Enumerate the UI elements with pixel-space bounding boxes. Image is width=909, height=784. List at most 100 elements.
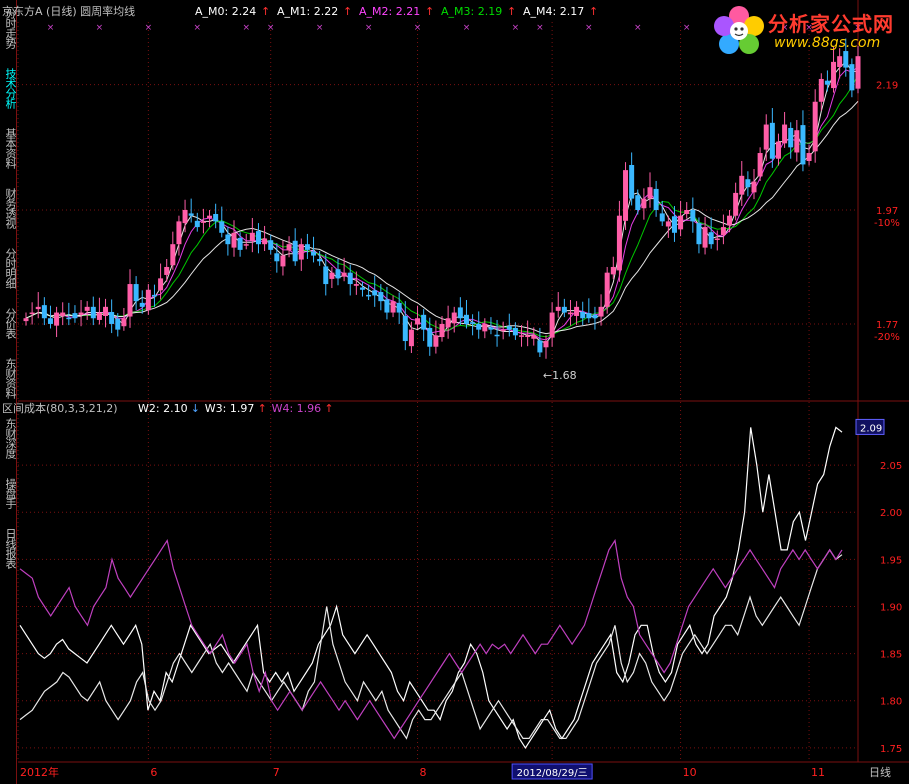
ma-legend-label: A_M1: 2.22 [277,5,338,18]
candle-body [158,278,164,291]
candle-body [806,153,812,162]
ma-legend-label: A_M4: 2.17 [523,5,584,18]
candle-body [90,306,96,319]
candle-body [54,312,60,326]
candle-body [207,215,213,218]
ma-trend-arrow: ↑ [589,5,598,18]
candle-body [353,284,359,286]
candle-body [549,312,555,338]
candle-body [72,313,78,319]
candle-body [824,80,830,85]
candle-body [41,305,47,319]
candle-body [500,329,506,332]
site-logo: 分析家公式网 www.88gs.com [710,2,909,60]
candle-body [727,215,733,226]
candle-body [84,306,90,311]
candle-body [519,335,525,337]
candle-body [812,101,818,152]
indicator-trend-arrow: ↓ [191,402,200,415]
candle-body [237,237,243,250]
candle-body [702,227,708,248]
candle-body [311,251,317,256]
candle-body [274,253,280,262]
candle-body [408,329,414,347]
candle-body [415,318,421,325]
low-price-marker: ←1.68 [543,369,577,382]
period-label: 日线 [869,765,891,779]
candle-body [421,314,427,330]
candle-body [255,231,261,245]
signal-marker: × [585,23,593,33]
candle-body [219,221,225,233]
indicator-tick-label: 1.85 [880,650,902,661]
signal-marker: × [414,23,422,33]
date-cursor-label: 2012/08/29/三 [517,768,588,779]
chart-title: 京东方A (日线) 圆周率均线 [2,4,135,18]
candle-body [133,284,139,302]
candle-body [690,210,696,222]
candle-body [665,221,671,227]
candle-body [476,323,482,330]
candle-body [66,317,72,320]
candle-body [684,210,690,214]
candle-body [335,269,341,279]
candle-body [60,312,66,316]
signal-marker: × [634,23,642,33]
candle-body [402,315,408,342]
candle-body [109,311,115,324]
candle-body [231,232,237,248]
candle-body [366,294,372,297]
ma-trend-arrow: ↑ [261,5,270,18]
candle-body [213,213,219,222]
candle-body [671,216,677,233]
candle-body [567,312,573,315]
candle-body [35,306,41,310]
candle-body [176,221,182,245]
candle-body [145,289,151,311]
candle-body [635,195,641,210]
candle-body [537,340,543,353]
candle-body [433,335,439,347]
signal-marker: × [267,23,275,33]
candle-body [47,318,53,324]
candle-body [714,238,720,240]
current-value-label: 2.09 [860,423,882,434]
date-tick-label: 2012年 [20,765,59,779]
candle-body [298,244,304,260]
candle-body [512,327,518,336]
candle-body [733,192,739,216]
candle-body [170,244,176,266]
candle-body [341,272,347,277]
indicator-tick-label: 2.00 [880,508,902,519]
candle-body [23,318,29,322]
candle-body [610,266,616,275]
candle-body [678,215,684,230]
indicator-legend-label: W4: 1.96 [272,402,322,415]
candle-body [592,314,598,319]
candle-body [304,244,310,250]
candle-body [586,313,592,319]
price-tick-label: 1.77 [876,320,898,331]
candle-body [629,164,635,199]
candle-body [769,122,775,159]
candle-body [800,125,806,165]
ma-legend-label: A_M2: 2.21 [359,5,420,18]
price-tick-label: 1.97 [876,206,898,217]
candle-body [378,292,384,302]
indicator-legend-label: W3: 1.97 [205,402,255,415]
signal-marker: × [145,23,153,33]
signal-marker: × [512,23,520,33]
candle-body [262,238,268,245]
candle-body [494,334,500,337]
date-tick-label: 6 [150,766,157,779]
candle-body [580,311,586,319]
candle-body [831,61,837,89]
candle-body [225,234,231,245]
date-tick-label: 10 [683,766,697,779]
chart-canvas[interactable]: 2.19 1.97 1.77 -10% -20% 京东方A (日线) 圆周率均线 A_M0:… [0,0,909,784]
candle-body [739,175,745,195]
candle-body [788,127,794,148]
logo-url[interactable]: www.88gs.com [774,35,880,51]
candle-body [782,124,788,144]
candle-body [647,187,653,199]
